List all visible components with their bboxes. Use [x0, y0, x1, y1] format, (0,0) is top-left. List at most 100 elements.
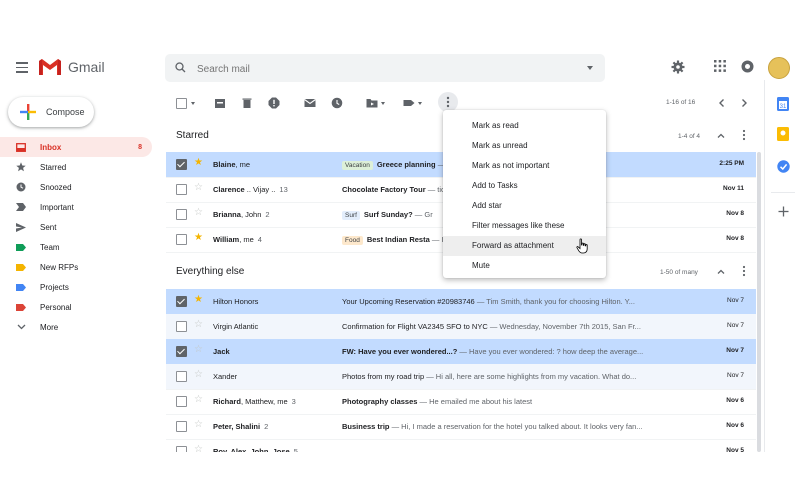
keep-icon[interactable] [777, 127, 789, 141]
email-row[interactable]: ☆ Roy, Alex, John, Jose 5 Nov 5 [166, 439, 756, 452]
search-bar[interactable] [165, 54, 605, 82]
account-avatar[interactable] [768, 57, 790, 79]
compose-plus-icon [20, 104, 36, 120]
menu-item-mute[interactable]: Mute [443, 256, 606, 276]
menu-item-add-to-tasks[interactable]: Add to Tasks [443, 176, 606, 196]
archive-icon[interactable] [214, 97, 226, 109]
get-addons-plus-icon[interactable] [778, 206, 789, 217]
row-checkbox[interactable] [176, 159, 187, 170]
notifications-icon[interactable] [741, 60, 754, 73]
compose-button[interactable]: Compose [8, 97, 94, 127]
sender: Richard, Matthew, me 3 [213, 397, 333, 406]
label-chip[interactable]: Surf [342, 211, 360, 220]
date: Nov 11 [723, 185, 744, 192]
hand-cursor-icon [576, 238, 588, 254]
search-options-icon[interactable] [587, 66, 593, 70]
snooze-icon[interactable] [331, 97, 343, 109]
snippet: — Gr [412, 210, 433, 219]
newer-chevron-icon[interactable] [716, 97, 728, 109]
labels-icon[interactable] [403, 97, 415, 109]
sidebar-item-more[interactable]: More [0, 317, 152, 337]
everything-options-icon[interactable] [739, 265, 749, 277]
sidebar-item-starred[interactable]: Starred [0, 157, 152, 177]
sidebar-item-new-rfps[interactable]: New RFPs [0, 257, 152, 277]
star-outline-icon[interactable]: ☆ [194, 370, 203, 380]
label-chip[interactable]: Food [342, 236, 363, 245]
settings-gear-icon[interactable] [671, 60, 685, 74]
search-icon[interactable] [175, 62, 186, 73]
sidebar-item-important[interactable]: Important [0, 197, 152, 217]
row-checkbox[interactable] [176, 446, 187, 452]
row-checkbox[interactable] [176, 346, 187, 357]
menu-item-mark-as-read[interactable]: Mark as read [443, 116, 606, 136]
scrollbar[interactable] [757, 152, 761, 452]
email-row[interactable]: ★ Hilton Honors Your Upcoming Reservation … [166, 289, 756, 315]
sidebar-item-snoozed[interactable]: Snoozed [0, 177, 152, 197]
star-outline-icon[interactable]: ☆ [194, 445, 203, 453]
sidebar-item-label: Personal [40, 302, 72, 312]
gmail-logo[interactable]: Gmail [38, 58, 105, 76]
sidebar-item-sent[interactable]: Sent [0, 217, 152, 237]
star-outline-icon[interactable]: ☆ [194, 320, 203, 330]
main-menu-icon[interactable] [16, 62, 28, 73]
row-checkbox[interactable] [176, 209, 187, 220]
menu-item-mark-as-unread[interactable]: Mark as unread [443, 136, 606, 156]
email-row[interactable]: ☆ Peter, Shalini 2 Business trip — Hi, I ma… [166, 414, 756, 440]
star-outline-icon[interactable]: ☆ [194, 420, 203, 430]
mark-unread-icon[interactable] [304, 97, 316, 109]
select-all-checkbox[interactable] [176, 98, 187, 109]
chevron-down-icon [16, 322, 26, 332]
move-to-dropdown-icon[interactable] [381, 102, 385, 105]
tasks-icon[interactable] [777, 160, 790, 173]
sidebar-item-team[interactable]: Team [0, 237, 152, 257]
menu-item-add-star[interactable]: Add star [443, 196, 606, 216]
starred-icon[interactable]: ★ [194, 233, 203, 243]
row-checkbox[interactable] [176, 234, 187, 245]
date: Nov 8 [726, 235, 744, 242]
email-row[interactable]: ☆ Richard, Matthew, me 3 Photography classe… [166, 389, 756, 415]
label-chip[interactable]: Vacation [342, 161, 373, 170]
menu-item-filter-messages-like-these[interactable]: Filter messages like these [443, 216, 606, 236]
more-actions-button[interactable] [438, 92, 458, 112]
important-icon [16, 202, 26, 212]
sender-name: Jack [213, 347, 230, 356]
sidebar-item-inbox[interactable]: Inbox 8 [0, 137, 152, 157]
row-checkbox[interactable] [176, 421, 187, 432]
unread-count: 8 [138, 143, 142, 151]
star-outline-icon[interactable]: ☆ [194, 183, 203, 193]
move-to-icon[interactable] [366, 97, 378, 109]
sender-name: Blaine [213, 160, 236, 169]
labels-dropdown-icon[interactable] [418, 102, 422, 105]
rail-divider [771, 192, 795, 193]
older-chevron-icon[interactable] [738, 97, 750, 109]
email-row[interactable]: ☆ Xander Photos from my road trip — Hi all… [166, 364, 756, 390]
sender-name: William [213, 235, 240, 244]
collapse-starred-icon[interactable] [716, 131, 726, 141]
report-spam-icon[interactable] [268, 97, 280, 109]
starred-icon[interactable]: ★ [194, 295, 203, 305]
apps-grid-icon[interactable] [714, 60, 726, 72]
sidebar-item-personal[interactable]: Personal [0, 297, 152, 317]
search-input[interactable] [195, 59, 559, 79]
row-checkbox[interactable] [176, 396, 187, 407]
menu-item-mark-as-not-important[interactable]: Mark as not important [443, 156, 606, 176]
star-outline-icon[interactable]: ☆ [194, 395, 203, 405]
row-checkbox[interactable] [176, 296, 187, 307]
select-dropdown-icon[interactable] [191, 102, 195, 105]
send-icon [16, 222, 26, 232]
sidebar-item-label: Snoozed [40, 182, 72, 192]
row-checkbox[interactable] [176, 321, 187, 332]
starred-options-icon[interactable] [739, 129, 749, 141]
row-checkbox[interactable] [176, 184, 187, 195]
star-outline-icon[interactable]: ☆ [194, 345, 203, 355]
star-outline-icon[interactable]: ☆ [194, 208, 203, 218]
calendar-icon[interactable]: 31 [777, 97, 789, 111]
collapse-everything-icon[interactable] [716, 267, 726, 277]
starred-icon[interactable]: ★ [194, 158, 203, 168]
row-checkbox[interactable] [176, 371, 187, 382]
sidebar-item-projects[interactable]: Projects [0, 277, 152, 297]
sender: Peter, Shalini 2 [213, 422, 333, 431]
email-row[interactable]: ☆ Jack FW: Have you ever wondered...? — Ha… [166, 339, 756, 365]
email-row[interactable]: ☆ Virgin Atlantic Confirmation for Flight … [166, 314, 756, 340]
delete-icon[interactable] [241, 97, 253, 109]
